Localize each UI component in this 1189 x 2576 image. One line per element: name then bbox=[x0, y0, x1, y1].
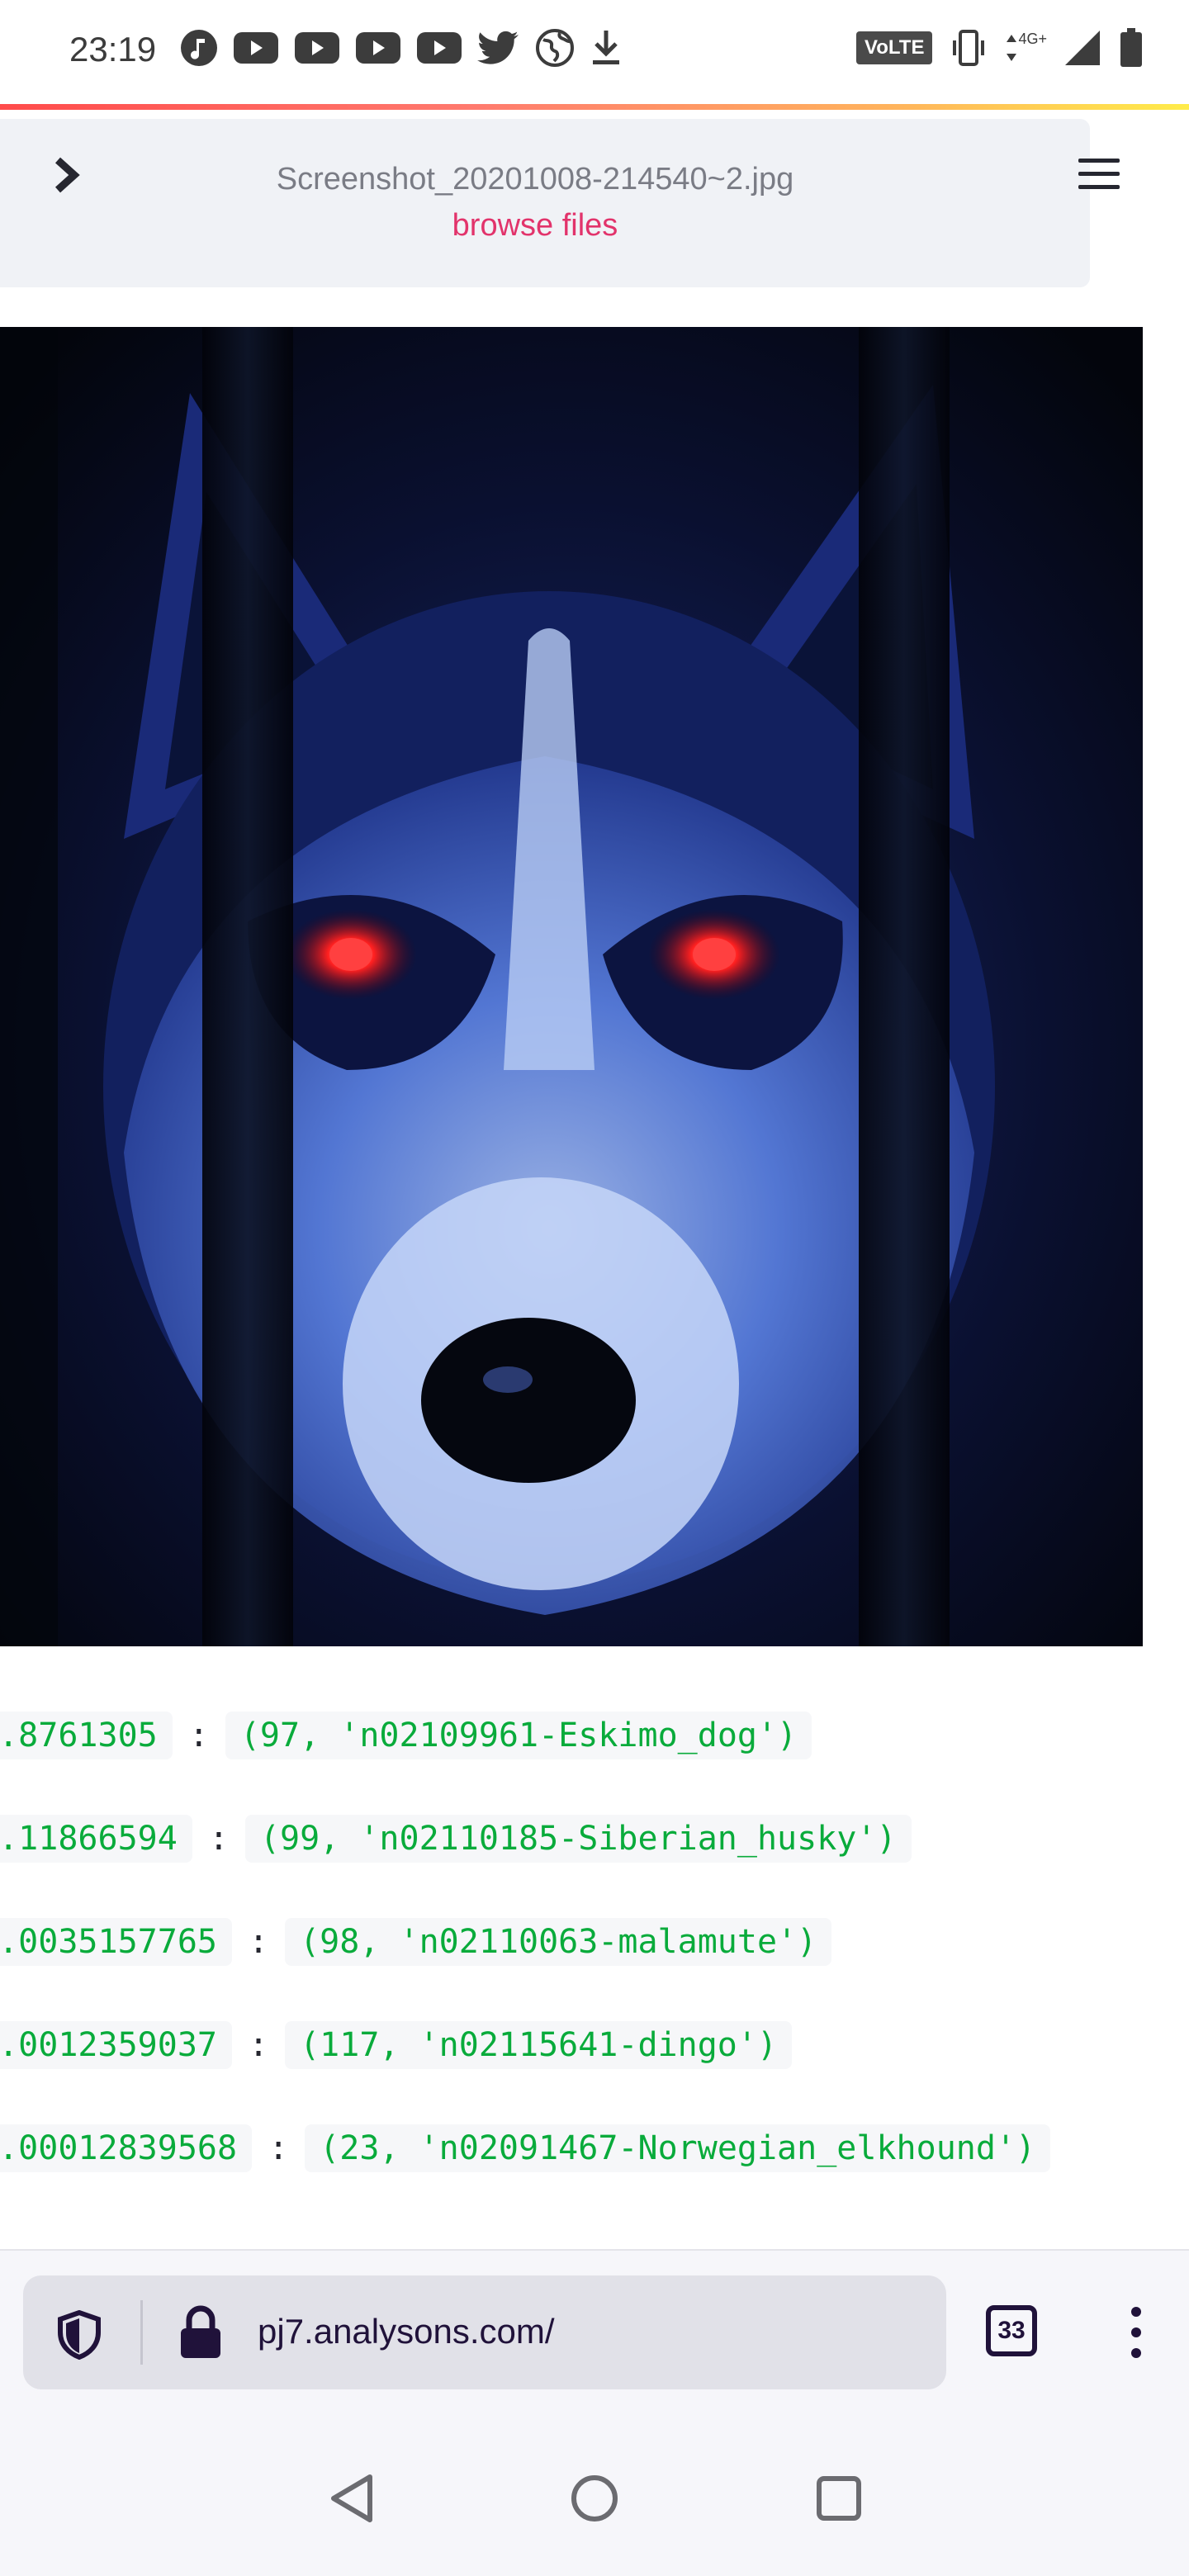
signal-icon bbox=[1065, 31, 1100, 65]
battery-icon bbox=[1120, 28, 1142, 67]
hamburger-menu-icon[interactable] bbox=[1078, 159, 1120, 195]
prediction-score: 0.0012359037 bbox=[0, 2021, 232, 2069]
back-icon[interactable] bbox=[329, 2474, 375, 2523]
download-icon bbox=[593, 31, 619, 64]
youtube-icon bbox=[356, 32, 400, 64]
notification-icons bbox=[180, 28, 623, 68]
youtube-icon bbox=[234, 32, 278, 64]
prediction-class: (23, 'n02091467-Norwegian_elkhound') bbox=[305, 2124, 1051, 2172]
vibrate-icon bbox=[953, 30, 985, 66]
prediction-row: 0.00012839568 : (23, 'n02091467-Norwegia… bbox=[0, 2120, 1051, 2176]
globe-icon bbox=[536, 29, 574, 67]
system-status-icons: VoLTE 4G+ bbox=[856, 28, 1143, 68]
prediction-score: 0.0035157765 bbox=[0, 1918, 232, 1966]
prediction-separator: : bbox=[268, 2129, 289, 2167]
home-icon[interactable] bbox=[570, 2474, 619, 2523]
clock: 23:19 bbox=[69, 30, 157, 69]
prediction-row: 0.11866594 : (99, 'n02110185-Siberian_hu… bbox=[0, 1811, 912, 1867]
prediction-row: 0.8761305 : (97, 'n02109961-Eskimo_dog') bbox=[0, 1707, 812, 1764]
prediction-score: 0.00012839568 bbox=[0, 2124, 253, 2172]
network-type: 4G+ bbox=[1005, 31, 1047, 64]
system-navigation-bar bbox=[0, 2414, 1189, 2576]
prediction-class: (99, 'n02110185-Siberian_husky') bbox=[244, 1815, 912, 1863]
prediction-separator: : bbox=[208, 1820, 229, 1858]
prediction-score: 0.8761305 bbox=[0, 1712, 173, 1759]
prediction-separator: : bbox=[248, 2026, 269, 2064]
prediction-score: 0.11866594 bbox=[0, 1815, 192, 1863]
youtube-icon bbox=[295, 32, 339, 64]
tracking-protection-shield-icon[interactable] bbox=[56, 2310, 102, 2360]
file-uploader[interactable] bbox=[0, 119, 1090, 287]
youtube-icon bbox=[417, 32, 462, 64]
prediction-separator: : bbox=[248, 1923, 269, 1961]
twitter-icon bbox=[477, 31, 519, 64]
url-text[interactable]: pj7.analysons.com/ bbox=[258, 2312, 555, 2351]
prediction-class: (97, 'n02109961-Eskimo_dog') bbox=[225, 1712, 812, 1759]
browse-files-link[interactable]: browse files bbox=[0, 208, 1070, 244]
prediction-separator: : bbox=[188, 1717, 209, 1754]
music-note-icon bbox=[181, 30, 217, 66]
prediction-class: (117, 'n02115641-dingo') bbox=[285, 2021, 793, 2069]
prediction-row: 0.0035157765 : (98, 'n02110063-malamute'… bbox=[0, 1914, 832, 1970]
husky-photo bbox=[0, 327, 1143, 1646]
app-top-decoration bbox=[0, 104, 1189, 110]
lock-icon[interactable] bbox=[178, 2305, 223, 2360]
recents-icon[interactable] bbox=[816, 2475, 862, 2522]
address-bar-divider bbox=[140, 2300, 143, 2365]
browser-menu-icon[interactable] bbox=[1128, 2307, 1144, 2358]
uploaded-image bbox=[0, 327, 1143, 1646]
uploaded-filename: Screenshot_20201008-214540~2.jpg bbox=[276, 162, 794, 197]
data-arrows-icon bbox=[1007, 35, 1017, 61]
tab-counter-button[interactable]: 33 bbox=[986, 2305, 1037, 2356]
prediction-row: 0.0012359037 : (117, 'n02115641-dingo') bbox=[0, 2017, 793, 2073]
prediction-class: (98, 'n02110063-malamute') bbox=[285, 1918, 832, 1966]
status-bar: 23:19 VoLTE 4G+ bbox=[0, 0, 1189, 106]
volte-badge: VoLTE bbox=[856, 31, 933, 64]
